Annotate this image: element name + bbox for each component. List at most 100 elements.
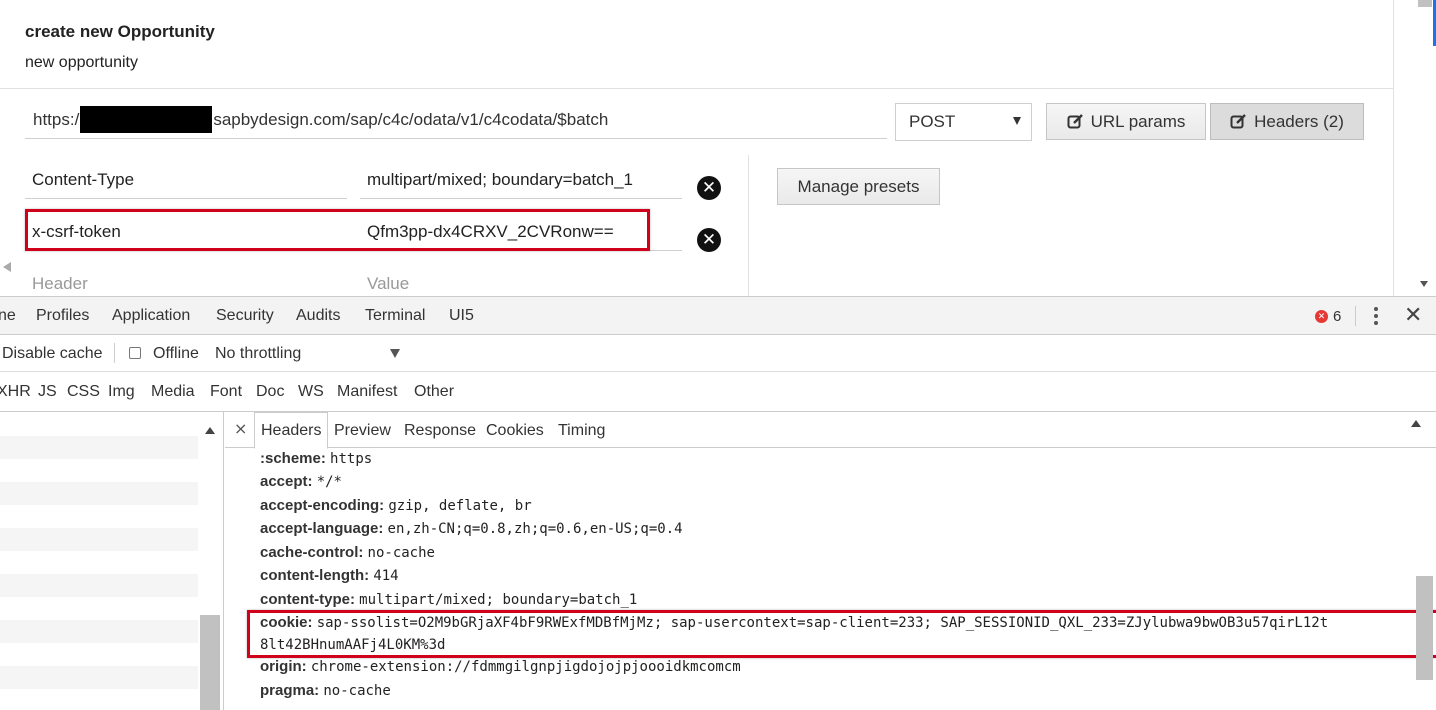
- header-value: chrome-extension://fdmmgilgnpjigdojojpjo…: [310, 659, 741, 675]
- table-row[interactable]: [0, 689, 198, 710]
- url-prefix: https:/: [33, 109, 80, 129]
- tab-terminal[interactable]: Terminal: [365, 307, 425, 325]
- page-subtitle: new opportunity: [25, 54, 138, 71]
- tab-response[interactable]: Response: [404, 422, 476, 440]
- url-params-button[interactable]: URL params: [1046, 103, 1206, 140]
- header-row: accept: */*: [260, 473, 342, 490]
- header-name-input[interactable]: Content-Type: [25, 162, 347, 199]
- chevron-down-icon[interactable]: [390, 349, 400, 358]
- header-value: no-cache: [367, 545, 435, 561]
- table-row[interactable]: [0, 505, 198, 528]
- header-row: accept-encoding: gzip, deflate, br: [260, 497, 532, 514]
- kebab-menu-icon[interactable]: [1370, 305, 1382, 327]
- header-row: :scheme: https: [260, 450, 372, 467]
- tab-security[interactable]: Security: [216, 307, 274, 325]
- filter-font[interactable]: Font: [210, 383, 242, 401]
- table-row[interactable]: [0, 620, 198, 643]
- close-detail-icon[interactable]: ×: [234, 419, 247, 438]
- divider: [1355, 306, 1356, 326]
- request-list: [0, 412, 224, 710]
- remove-header-icon[interactable]: ✕: [697, 228, 721, 252]
- header-key: content-length:: [260, 567, 370, 584]
- divider: [114, 343, 115, 363]
- devtools-tabbar: ne Profiles Application Security Audits …: [0, 297, 1436, 335]
- tab-ui5[interactable]: UI5: [449, 307, 474, 325]
- filter-img[interactable]: Img: [108, 383, 135, 401]
- header-row: accept-language: en,zh-CN;q=0.8,zh;q=0.6…: [260, 520, 683, 537]
- header-value: gzip, deflate, br: [388, 498, 532, 514]
- filter-media[interactable]: Media: [151, 383, 195, 401]
- devtools-panel: ne Profiles Application Security Audits …: [0, 296, 1436, 710]
- error-counter[interactable]: ✕ 6: [1315, 308, 1341, 325]
- tab-application[interactable]: Application: [112, 307, 190, 325]
- filter-js[interactable]: JS: [38, 383, 57, 401]
- tab-audits[interactable]: Audits: [296, 307, 340, 325]
- divider: [748, 155, 749, 296]
- table-row[interactable]: [0, 574, 198, 597]
- detail-tabbar: × Headers Preview Response Cookies Timin…: [225, 412, 1436, 449]
- header-row: content-length: 414: [260, 567, 399, 584]
- method-select[interactable]: POST: [895, 103, 1032, 141]
- url-params-label: URL params: [1090, 111, 1186, 131]
- error-icon: ✕: [1315, 310, 1328, 323]
- tab-profiles[interactable]: Profiles: [36, 307, 89, 325]
- header-value-input[interactable]: multipart/mixed; boundary=batch_1: [360, 162, 682, 199]
- header-key: pragma:: [260, 682, 320, 699]
- remove-header-icon[interactable]: ✕: [697, 176, 721, 200]
- header-key: origin:: [260, 658, 307, 675]
- filter-css[interactable]: CSS: [67, 383, 100, 401]
- headers-button[interactable]: Headers (2): [1210, 103, 1364, 140]
- table-row[interactable]: [0, 597, 198, 620]
- tab-headers[interactable]: Headers: [254, 412, 329, 449]
- table-row[interactable]: [0, 482, 198, 505]
- divider: [0, 88, 1394, 89]
- scroll-down-icon[interactable]: [1420, 281, 1428, 287]
- new-header-value-input[interactable]: Value: [360, 266, 682, 296]
- scroll-up-icon[interactable]: [1411, 420, 1421, 427]
- scroll-up-icon[interactable]: [205, 427, 215, 434]
- header-value: multipart/mixed; boundary=batch_1: [359, 592, 638, 608]
- chevron-down-icon: [1013, 117, 1021, 125]
- scrollbar-thumb[interactable]: [1418, 0, 1432, 7]
- filter-other[interactable]: Other: [414, 383, 454, 401]
- url-suffix: sapbydesign.com/sap/c4c/odata/v1/c4codat…: [213, 109, 609, 129]
- filter-ws[interactable]: WS: [298, 383, 324, 401]
- table-row[interactable]: [0, 666, 198, 689]
- offline-label: Offline: [153, 345, 199, 362]
- filter-xhr[interactable]: XHR: [0, 383, 31, 401]
- table-row[interactable]: [0, 459, 198, 482]
- header-key: accept:: [260, 473, 313, 490]
- table-row[interactable]: [0, 643, 198, 666]
- offline-checkbox[interactable]: [129, 347, 141, 359]
- scrollbar-thumb[interactable]: [200, 615, 220, 710]
- cookie-highlight: [247, 610, 1436, 658]
- manage-presets-button[interactable]: Manage presets: [777, 168, 940, 205]
- throttling-select[interactable]: No throttling: [215, 345, 301, 363]
- csrf-token-highlight: [25, 209, 650, 251]
- tab-timing[interactable]: Timing: [558, 422, 605, 440]
- table-row[interactable]: [0, 436, 198, 459]
- network-toolbar: Disable cache Offline No throttling: [0, 335, 1436, 372]
- header-key: cache-control:: [260, 544, 364, 561]
- header-key: :scheme:: [260, 450, 326, 467]
- url-input[interactable]: https:/ sapbydesign.com/sap/c4c/odata/v1/…: [25, 101, 887, 139]
- request-detail: × Headers Preview Response Cookies Timin…: [225, 412, 1436, 710]
- filter-doc[interactable]: Doc: [256, 383, 284, 401]
- tab-preview[interactable]: Preview: [334, 422, 391, 440]
- filter-manifest[interactable]: Manifest: [337, 383, 397, 401]
- header-value: no-cache: [323, 683, 391, 699]
- header-key: accept-encoding:: [260, 497, 385, 514]
- table-row[interactable]: [0, 528, 198, 551]
- rest-client-panel: create new Opportunity new opportunity h…: [0, 0, 1436, 296]
- tab-network-partial[interactable]: ne: [0, 307, 16, 325]
- tab-cookies[interactable]: Cookies: [486, 422, 544, 440]
- chevron-left-icon[interactable]: [3, 262, 11, 272]
- disable-cache-checkbox-label[interactable]: Disable cache: [2, 345, 103, 363]
- header-value: */*: [316, 474, 342, 490]
- scrollbar-thumb[interactable]: [1416, 576, 1433, 680]
- new-header-name-input[interactable]: Header: [25, 266, 347, 296]
- header-row: pragma: no-cache: [260, 682, 391, 699]
- table-row[interactable]: [0, 551, 198, 574]
- close-icon[interactable]: ✕: [1404, 303, 1422, 328]
- header-row: cache-control: no-cache: [260, 544, 435, 561]
